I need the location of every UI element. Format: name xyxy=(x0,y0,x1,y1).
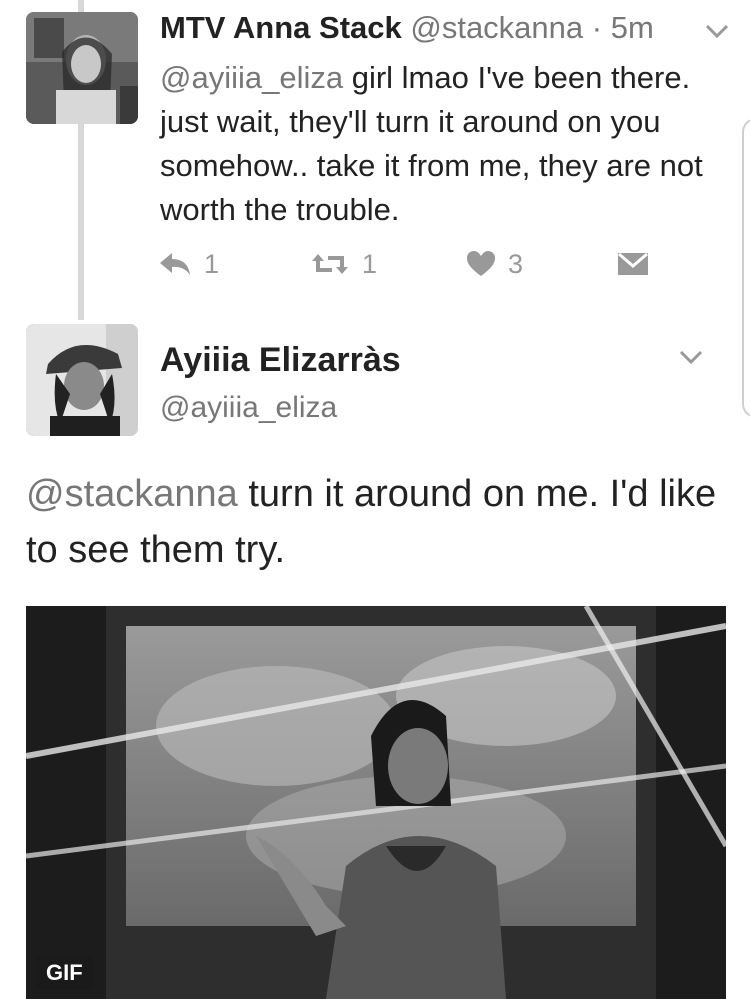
dm-icon xyxy=(618,252,648,275)
handle[interactable]: @stackanna xyxy=(410,10,583,45)
tweet-text: @ayiiia_eliza girl lmao I've been there.… xyxy=(160,56,720,232)
tweet-header: MTV Anna Stack @stackanna · 5m xyxy=(160,10,654,46)
retweet-count: 1 xyxy=(362,248,378,279)
gif-badge: GIF xyxy=(36,956,93,990)
avatar[interactable] xyxy=(26,12,138,124)
retweet-button[interactable]: 1 xyxy=(310,244,377,284)
tweet-actions: 1 1 3 xyxy=(158,244,678,284)
mention-link[interactable]: @stackanna xyxy=(26,473,238,515)
display-name[interactable]: MTV Anna Stack xyxy=(160,10,402,45)
reply-count: 1 xyxy=(204,248,220,279)
tweet-text: @stackanna turn it around on me. I'd lik… xyxy=(26,466,726,578)
main-tweet[interactable]: Ayiiia Elizarràs @ayiiia_eliza @stackann… xyxy=(0,316,750,999)
avatar-image xyxy=(26,324,138,436)
reply-tweet[interactable]: MTV Anna Stack @stackanna · 5m @ayiiia_e… xyxy=(0,0,750,300)
chevron-down-icon[interactable] xyxy=(704,22,730,40)
like-button[interactable]: 3 xyxy=(466,244,523,284)
like-count: 3 xyxy=(508,248,524,279)
retweet-icon xyxy=(312,254,348,274)
avatar[interactable] xyxy=(26,324,138,436)
display-name[interactable]: Ayiiia Elizarràs xyxy=(160,340,401,380)
gif-media[interactable]: GIF xyxy=(26,606,726,999)
heart-icon xyxy=(467,251,495,276)
avatar-image xyxy=(26,12,138,124)
handle[interactable]: @ayiiia_eliza xyxy=(160,390,337,426)
mention-link[interactable]: @ayiiia_eliza xyxy=(160,60,343,95)
timestamp[interactable]: 5m xyxy=(611,10,654,45)
separator: · xyxy=(591,10,603,45)
gif-frame xyxy=(26,606,726,999)
direct-message-button[interactable] xyxy=(616,244,650,284)
reply-button[interactable]: 1 xyxy=(158,244,219,284)
reply-icon xyxy=(160,253,190,275)
chevron-down-icon[interactable] xyxy=(678,348,704,366)
